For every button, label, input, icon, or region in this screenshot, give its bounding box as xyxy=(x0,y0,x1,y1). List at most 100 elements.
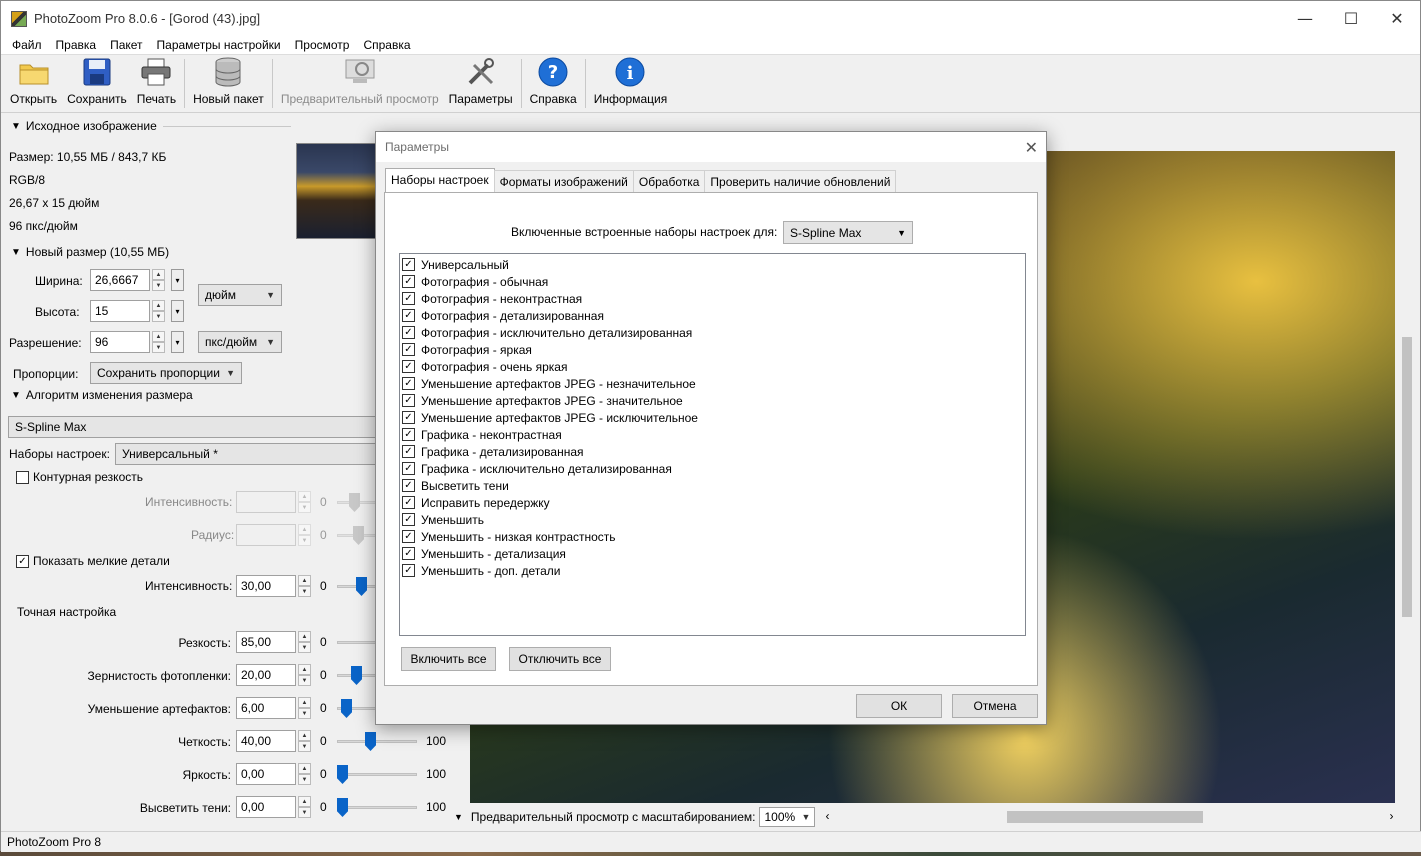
tab-check-updates[interactable]: Проверить наличие обновлений xyxy=(704,170,897,193)
preset-checkbox[interactable]: ✓ xyxy=(402,394,415,407)
preset-list-item[interactable]: ✓ Фотография - исключительно детализирова… xyxy=(400,324,1025,341)
preset-checkbox[interactable]: ✓ xyxy=(402,258,415,271)
preset-checkbox[interactable]: ✓ xyxy=(402,462,415,475)
preview-horizontal-scrollbar[interactable]: ‹ › xyxy=(825,805,1393,829)
proportions-select[interactable]: Сохранить пропорции ▼ xyxy=(90,362,242,384)
preset-list-item[interactable]: ✓ Уменьшить xyxy=(400,511,1025,528)
fine-tune-spinner[interactable]: ▲ ▼ xyxy=(298,763,311,785)
scrollbar-thumb[interactable] xyxy=(1007,811,1204,823)
print-button[interactable]: Печать xyxy=(132,55,181,112)
spin-down-icon[interactable]: ▼ xyxy=(298,642,311,653)
preset-checkbox[interactable]: ✓ xyxy=(402,275,415,288)
spin-up-icon[interactable]: ▲ xyxy=(298,697,311,708)
height-dropdown-button[interactable]: ▾ xyxy=(171,300,184,322)
spin-up-icon[interactable]: ▲ xyxy=(298,796,311,807)
preset-list-item[interactable]: ✓ Уменьшить - доп. детали xyxy=(400,562,1025,579)
fine-tune-spinner[interactable]: ▲ ▼ xyxy=(298,631,311,653)
new-batch-button[interactable]: Новый пакет xyxy=(188,55,269,112)
spin-down-icon[interactable]: ▼ xyxy=(298,586,311,597)
menu-help[interactable]: Справка xyxy=(356,38,417,52)
preset-checkbox[interactable]: ✓ xyxy=(402,326,415,339)
fine-tune-slider-thumb[interactable] xyxy=(337,765,348,784)
preset-checkbox[interactable]: ✓ xyxy=(402,479,415,492)
preset-checkbox[interactable]: ✓ xyxy=(402,547,415,560)
spin-up-icon[interactable]: ▲ xyxy=(298,730,311,741)
fine-tune-slider[interactable] xyxy=(337,773,417,776)
preset-checkbox[interactable]: ✓ xyxy=(402,411,415,424)
preview-button[interactable]: Предварительный просмотр xyxy=(276,55,444,112)
preset-checkbox[interactable]: ✓ xyxy=(402,428,415,441)
preset-list-item[interactable]: ✓ Графика - неконтрастная xyxy=(400,426,1025,443)
dialog-close-icon[interactable]: ✕ xyxy=(1025,138,1038,158)
scrollbar-thumb[interactable] xyxy=(1402,337,1412,617)
spin-down-icon[interactable]: ▼ xyxy=(152,342,165,353)
show-details-checkbox[interactable]: ✓ xyxy=(16,555,29,568)
preset-checkbox[interactable]: ✓ xyxy=(402,496,415,509)
width-spinner[interactable]: ▲ ▼ xyxy=(152,269,165,291)
tab-presets[interactable]: Наборы настроек xyxy=(385,168,495,193)
height-input[interactable]: 15 xyxy=(90,300,150,322)
presets-method-select[interactable]: S-Spline Max ▼ xyxy=(783,221,913,244)
preset-checkbox[interactable]: ✓ xyxy=(402,292,415,305)
fine-tune-input[interactable]: 6,00 xyxy=(236,697,296,719)
fine-tune-input[interactable]: 0,00 xyxy=(236,796,296,818)
fine-tune-input[interactable]: 20,00 xyxy=(236,664,296,686)
fine-tune-slider[interactable] xyxy=(337,740,417,743)
preset-list-item[interactable]: ✓ Фотография - очень яркая xyxy=(400,358,1025,375)
preset-list-item[interactable]: ✓ Фотография - неконтрастная xyxy=(400,290,1025,307)
height-spinner[interactable]: ▲ ▼ xyxy=(152,300,165,322)
spin-up-icon[interactable]: ▲ xyxy=(298,664,311,675)
spin-down-icon[interactable]: ▼ xyxy=(298,774,311,785)
preset-list-item[interactable]: ✓ Уменьшить - низкая контрастность xyxy=(400,528,1025,545)
spin-down-icon[interactable]: ▼ xyxy=(152,311,165,322)
spin-up-icon[interactable]: ▲ xyxy=(152,331,165,342)
menu-edit[interactable]: Правка xyxy=(49,38,104,52)
spin-up-icon[interactable]: ▲ xyxy=(152,269,165,280)
spin-down-icon[interactable]: ▼ xyxy=(152,280,165,291)
preset-checkbox[interactable]: ✓ xyxy=(402,564,415,577)
preset-list-item[interactable]: ✓ Графика - исключительно детализированна… xyxy=(400,460,1025,477)
preset-checkbox[interactable]: ✓ xyxy=(402,530,415,543)
scroll-left-icon[interactable]: ‹ xyxy=(825,809,829,823)
tab-image-formats[interactable]: Форматы изображений xyxy=(493,170,634,193)
preset-list-item[interactable]: ✓ Графика - детализированная xyxy=(400,443,1025,460)
fine-tune-input[interactable]: 0,00 xyxy=(236,763,296,785)
details-intensity-slider-thumb[interactable] xyxy=(356,577,367,596)
disable-all-button[interactable]: Отключить все xyxy=(509,647,611,671)
open-button[interactable]: Открыть xyxy=(5,55,62,112)
close-button[interactable]: ✕ xyxy=(1374,1,1420,36)
spin-down-icon[interactable]: ▼ xyxy=(298,708,311,719)
spin-down-icon[interactable]: ▼ xyxy=(298,741,311,752)
enable-all-button[interactable]: Включить все xyxy=(401,647,496,671)
resolution-unit-select[interactable]: пкс/дюйм ▼ xyxy=(198,331,282,353)
spin-up-icon[interactable]: ▲ xyxy=(298,763,311,774)
preset-list-item[interactable]: ✓ Уменьшение артефактов JPEG - значительн… xyxy=(400,392,1025,409)
settings-button[interactable]: Параметры xyxy=(444,55,518,112)
preset-list-item[interactable]: ✓ Исправить передержку xyxy=(400,494,1025,511)
resolution-input[interactable]: 96 xyxy=(90,331,150,353)
preset-checkbox[interactable]: ✓ xyxy=(402,445,415,458)
collapse-chevron-icon[interactable]: ▼ xyxy=(454,812,463,822)
resolution-dropdown-button[interactable]: ▾ xyxy=(171,331,184,353)
fine-tune-slider-thumb[interactable] xyxy=(365,732,376,751)
menu-view[interactable]: Просмотр xyxy=(288,38,357,52)
info-button[interactable]: i Информация xyxy=(589,55,672,112)
size-unit-select[interactable]: дюйм ▼ xyxy=(198,284,282,306)
fine-tune-section-header[interactable]: Точная настройка xyxy=(17,605,116,619)
preview-vertical-scrollbar[interactable] xyxy=(1399,151,1416,803)
preset-list-item[interactable]: ✓ Универсальный xyxy=(400,256,1025,273)
details-intensity-input[interactable]: 30,00 xyxy=(236,575,296,597)
spin-down-icon[interactable]: ▼ xyxy=(298,675,311,686)
preset-list-item[interactable]: ✓ Фотография - яркая xyxy=(400,341,1025,358)
fine-tune-input[interactable]: 40,00 xyxy=(236,730,296,752)
width-input[interactable]: 26,6667 xyxy=(90,269,150,291)
preset-list-item[interactable]: ✓ Уменьшить - детализация xyxy=(400,545,1025,562)
ok-button[interactable]: ОК xyxy=(856,694,942,718)
source-thumbnail[interactable] xyxy=(296,143,381,239)
fine-tune-input[interactable]: 85,00 xyxy=(236,631,296,653)
zoom-select[interactable]: 100% ▼ xyxy=(759,807,816,827)
fine-tune-spinner[interactable]: ▲ ▼ xyxy=(298,796,311,818)
spin-up-icon[interactable]: ▲ xyxy=(298,575,311,586)
fine-tune-spinner[interactable]: ▲ ▼ xyxy=(298,664,311,686)
preset-checkbox[interactable]: ✓ xyxy=(402,377,415,390)
